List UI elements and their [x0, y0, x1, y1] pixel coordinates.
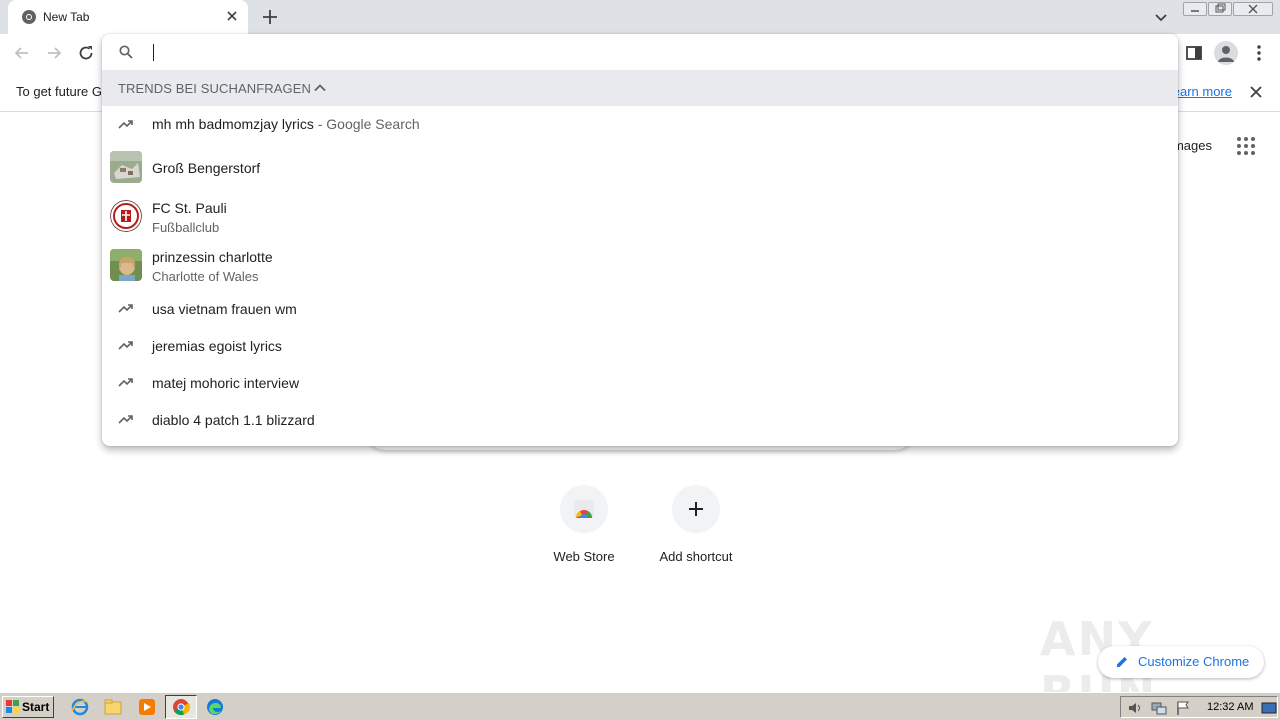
shortcut-tile	[560, 485, 608, 533]
chrome-taskbar-button[interactable]	[165, 695, 197, 719]
plus-icon	[689, 502, 703, 516]
trends-section-header[interactable]: TRENDS BEI SUCHANFRAGEN	[102, 70, 1178, 106]
tab-title: New Tab	[43, 10, 90, 24]
suggestion-row[interactable]: usa vietnam frauen wm	[102, 290, 1178, 327]
side-panel-icon[interactable]	[1183, 42, 1205, 64]
suggestion-row[interactable]: jeremias egoist lyrics	[102, 327, 1178, 364]
file-explorer-icon[interactable]	[103, 697, 123, 717]
tab-search-chevron-icon[interactable]	[1152, 8, 1170, 26]
chevron-up-icon[interactable]	[312, 80, 328, 96]
trending-icon	[118, 341, 133, 350]
suggestion-main: diablo 4 patch 1.1 blizzard	[152, 412, 315, 428]
forward-arrow-icon[interactable]	[44, 43, 64, 63]
suggestion-main: FC St. Pauli	[152, 200, 227, 216]
suggestion-inline-sub: - Google Search	[313, 116, 420, 132]
pencil-icon	[1117, 657, 1127, 667]
edge-icon[interactable]	[205, 697, 225, 717]
minimize-button[interactable]	[1183, 2, 1207, 16]
close-icon[interactable]	[1248, 84, 1264, 100]
suggestion-text: mh mh badmomzjay lyrics - Google Search	[152, 116, 420, 132]
show-desktop-icon[interactable]	[1261, 700, 1277, 716]
volume-icon[interactable]	[1127, 700, 1143, 716]
flag-icon[interactable]	[1175, 700, 1191, 716]
apps-grid-icon[interactable]	[1236, 136, 1256, 156]
suggestion-row[interactable]: matej mohoric interview	[102, 364, 1178, 401]
restore-button[interactable]	[1208, 2, 1232, 16]
windows-logo-icon	[6, 700, 19, 713]
web-store-icon	[574, 500, 594, 518]
reload-icon[interactable]	[76, 43, 96, 63]
infobar-text: To get future G	[16, 84, 102, 99]
suggestion-main: usa vietnam frauen wm	[152, 301, 297, 317]
person-icon	[1218, 46, 1234, 62]
suggestion-main: jeremias egoist lyrics	[152, 338, 282, 354]
person-thumbnail	[110, 249, 142, 281]
suggestion-main: mh mh badmomzjay lyrics	[152, 116, 314, 132]
shortcut-label: Add shortcut	[659, 549, 733, 564]
suggestion-row[interactable]: FC St. Pauli Fußballclub	[102, 192, 1178, 240]
suggestion-main: Groß Bengerstorf	[152, 160, 261, 176]
system-tray: 12:32 AM	[1120, 696, 1278, 718]
suggestion-main: matej mohoric interview	[152, 375, 300, 391]
suggestion-main: prinzessin charlotte	[152, 249, 273, 265]
close-tab-icon[interactable]	[224, 8, 240, 24]
customize-chrome-button[interactable]: Customize Chrome	[1098, 646, 1264, 678]
shortcut-label: Web Store	[553, 549, 615, 564]
suggestion-row[interactable]: Groß Bengerstorf	[102, 144, 1178, 188]
text-caret	[153, 44, 154, 61]
suggestion-row[interactable]: prinzessin charlotte Charlotte of Wales	[102, 241, 1178, 289]
start-button[interactable]: Start	[2, 696, 54, 718]
network-icon[interactable]	[1151, 700, 1167, 716]
suggestion-sub: Charlotte of Wales	[152, 269, 259, 284]
taskbar: Start 12:32 AM	[0, 692, 1280, 720]
learn-more-link[interactable]: Learn more	[1170, 84, 1232, 99]
customize-chrome-label: Customize Chrome	[1138, 654, 1250, 669]
kebab-menu-icon[interactable]	[1248, 42, 1270, 64]
suggestion-row[interactable]: mh mh badmomzjay lyrics - Google Search	[102, 106, 1178, 143]
section-title: TRENDS BEI SUCHANFRAGEN	[118, 81, 311, 96]
tab-strip: New Tab	[0, 0, 1280, 34]
chrome-icon	[22, 10, 36, 24]
profile-avatar[interactable]	[1214, 41, 1238, 65]
omnibox-dropdown: TRENDS BEI SUCHANFRAGEN mh mh badmomzjay…	[102, 34, 1178, 446]
shortcut-tile	[672, 485, 720, 533]
start-label: Start	[22, 700, 50, 714]
trending-icon	[118, 415, 133, 424]
chrome-icon	[173, 699, 190, 716]
search-icon	[119, 45, 133, 59]
media-player-icon[interactable]	[137, 697, 157, 717]
close-window-button[interactable]	[1233, 2, 1273, 16]
club-logo	[110, 200, 142, 232]
trending-icon	[118, 120, 133, 129]
omnibox-input[interactable]	[152, 40, 1162, 64]
clock: 12:32 AM	[1207, 701, 1254, 713]
place-thumbnail	[110, 151, 142, 183]
trending-icon	[118, 304, 133, 313]
suggestion-sub: Fußballclub	[152, 220, 220, 235]
suggestion-row[interactable]: diablo 4 patch 1.1 blizzard	[102, 401, 1178, 438]
shortcut-add[interactable]: Add shortcut	[640, 485, 752, 564]
new-tab-button[interactable]	[259, 6, 281, 28]
trending-icon	[118, 378, 133, 387]
internet-explorer-icon[interactable]	[70, 697, 90, 717]
tab-new-tab[interactable]: New Tab	[8, 0, 248, 34]
back-arrow-icon[interactable]	[12, 43, 32, 63]
shortcut-web-store[interactable]: Web Store	[528, 485, 640, 564]
